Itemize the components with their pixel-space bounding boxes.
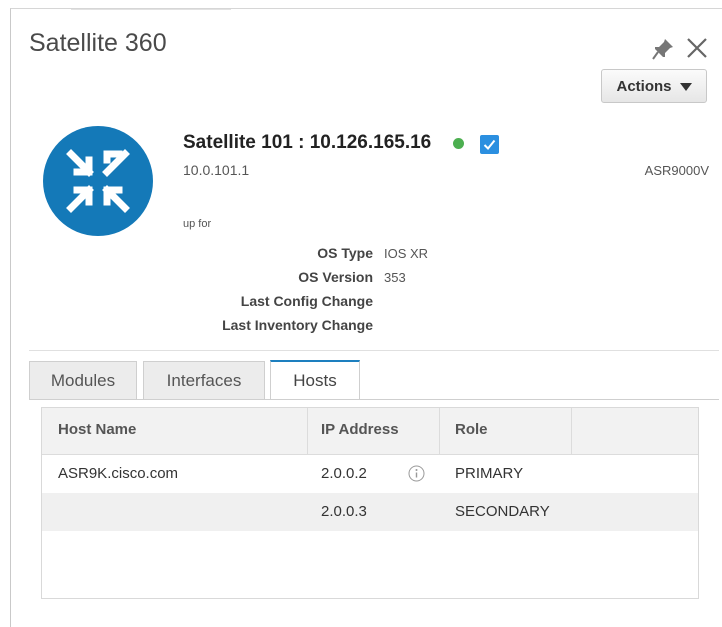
os-type-value: IOS XR [384,246,429,261]
management-ip: 10.0.101.1 [183,162,250,178]
last-config-change-label: Last Config Change [240,293,373,309]
satellite-device-icon [43,126,153,236]
tab-modules[interactable]: Modules [29,361,137,400]
select-checkbox[interactable] [480,135,499,154]
table-header: Host Name IP Address Role [42,408,698,455]
checkmark-icon [483,139,496,150]
section-divider [29,350,719,351]
device-model: ASR9000V [644,163,709,178]
host-name-cell: ASR9K.cisco.com [58,465,179,482]
tab-label: Modules [50,371,116,390]
column-divider [571,408,572,454]
column-divider [307,408,308,454]
actions-button-label: Actions [616,77,672,95]
satellite-360-panel: Satellite 360 Actions Satellite 101 : 10… [10,8,722,627]
tab-interfaces[interactable]: Interfaces [143,361,265,400]
device-name: Satellite 101 : 10.126.165.16 [183,132,432,153]
status-indicator [453,138,464,149]
os-type-label: OS Type [317,245,373,261]
table-row[interactable]: ASR9K.cisco.com 2.0.0.2 PRIMARY [42,455,698,493]
table-row[interactable]: 2.0.0.3 SECONDARY [42,493,698,531]
info-icon[interactable] [408,465,425,482]
pin-icon[interactable] [651,37,675,61]
last-inventory-change-label: Last Inventory Change [222,317,373,333]
column-header-role[interactable]: Role [455,421,488,438]
top-divider [71,9,231,16]
close-icon[interactable] [685,36,709,60]
tab-label: Interfaces [166,371,242,390]
tab-hosts[interactable]: Hosts [270,360,360,400]
role-cell: SECONDARY [455,503,550,520]
hosts-table: Host Name IP Address Role ASR9K.cisco.co… [41,407,699,599]
actions-button[interactable]: Actions [601,69,707,103]
tab-label: Hosts [293,371,337,390]
ip-address-cell: 2.0.0.2 [321,465,367,482]
os-version-label: OS Version [298,269,373,285]
uptime-label: up for [183,218,212,230]
ip-address-cell: 2.0.0.3 [321,503,367,520]
tab-strip-border [29,399,719,400]
column-header-ip-address[interactable]: IP Address [321,421,399,438]
os-version-value: 353 [384,270,406,285]
role-cell: PRIMARY [455,465,524,482]
column-header-host-name[interactable]: Host Name [58,421,136,438]
caret-down-icon [679,83,692,91]
column-divider [439,408,440,454]
page-title: Satellite 360 [29,29,167,57]
